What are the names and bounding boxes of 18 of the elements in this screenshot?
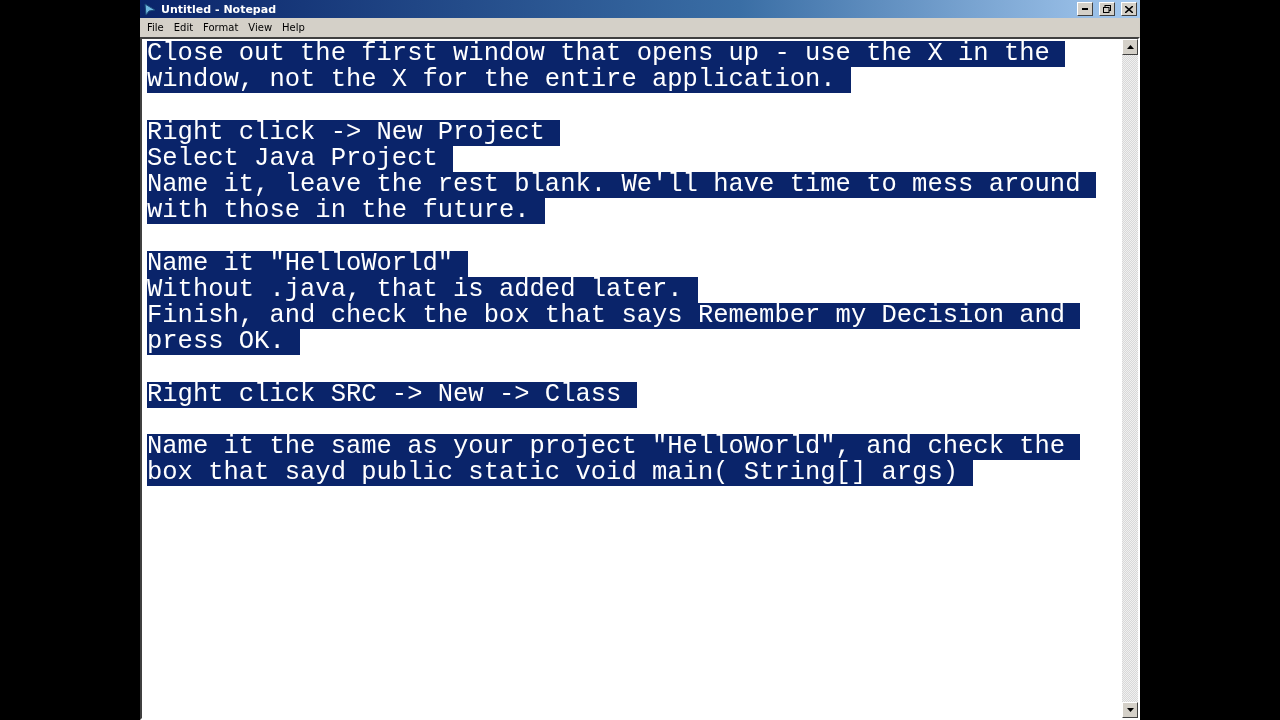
- close-icon: [1125, 5, 1133, 13]
- menu-item[interactable]: Format: [198, 22, 244, 33]
- vertical-scrollbar[interactable]: [1122, 39, 1138, 718]
- minimize-button[interactable]: [1077, 2, 1093, 16]
- menu-item[interactable]: File: [142, 22, 169, 33]
- text-editor[interactable]: [140, 37, 1140, 720]
- menu-item[interactable]: Edit: [168, 22, 199, 33]
- restore-button[interactable]: [1099, 2, 1115, 16]
- menu-item[interactable]: View: [243, 22, 278, 33]
- scroll-down-button[interactable]: [1122, 702, 1138, 718]
- minimize-icon: [1082, 8, 1088, 10]
- scroll-up-button[interactable]: [1122, 39, 1138, 55]
- menu-item[interactable]: Help: [277, 22, 310, 33]
- window-title: Untitled - Notepad: [161, 2, 278, 16]
- down-arrow-icon: [1126, 708, 1134, 712]
- up-arrow-icon: [1126, 45, 1134, 49]
- restore-icon: [1103, 5, 1111, 13]
- close-button[interactable]: [1121, 2, 1137, 16]
